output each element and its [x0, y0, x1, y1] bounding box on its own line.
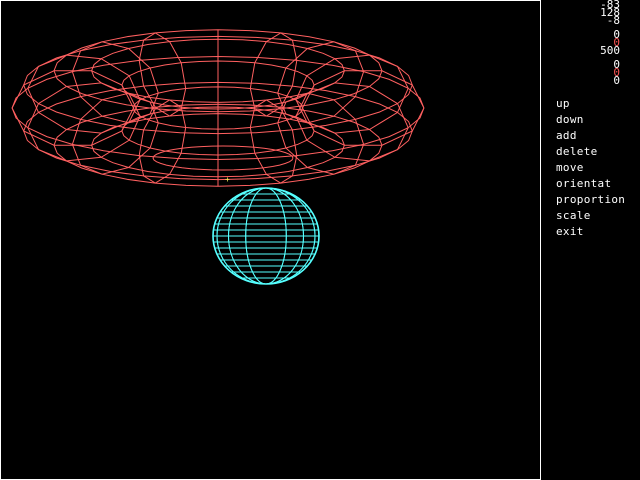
menu-item-scale[interactable]: scale — [556, 210, 591, 222]
menu-item-move[interactable]: move — [556, 162, 584, 174]
menu-item-down[interactable]: down — [556, 114, 584, 126]
menu-item-add[interactable]: add — [556, 130, 577, 142]
menu-item-up[interactable]: up — [556, 98, 570, 110]
menu-item-orientat[interactable]: orientat — [556, 178, 611, 190]
control-panel: -83 128 -8 0 0 500 0 0 0 up down add del… — [541, 0, 640, 480]
readout-scale-z: 0 — [613, 74, 620, 87]
menu-item-proportion[interactable]: proportion — [556, 194, 625, 206]
screen: + -83 128 -8 0 0 500 0 0 0 up down add d… — [0, 0, 640, 480]
sphere-wireframe[interactable] — [212, 187, 320, 285]
crosshair-cursor-icon: + — [225, 175, 230, 184]
menu-item-exit[interactable]: exit — [556, 226, 584, 238]
torus-wireframe[interactable] — [11, 29, 425, 187]
scene-canvas[interactable] — [0, 0, 541, 480]
readout-pos-z: -8 — [606, 14, 620, 27]
3d-viewport[interactable]: + — [0, 0, 541, 480]
menu-item-delete[interactable]: delete — [556, 146, 598, 158]
readout-rot-z: 500 — [600, 44, 620, 57]
